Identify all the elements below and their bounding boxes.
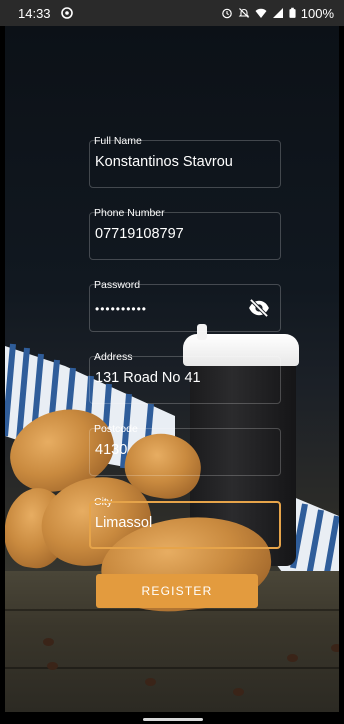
phone-number-value: 07719108797 [95, 226, 184, 242]
full-name-value: Konstantinos Stavrou [95, 154, 233, 170]
coffee-bean [145, 678, 156, 686]
alarm-icon [221, 8, 232, 19]
battery-icon [289, 7, 296, 18]
mute-icon [238, 8, 250, 18]
address-value: 131 Road No 41 [95, 370, 201, 386]
postcode-field[interactable]: 4130 [89, 428, 281, 476]
coffee-bean [47, 662, 58, 670]
signal-icon [272, 8, 283, 18]
address-field[interactable]: 131 Road No 41 [89, 356, 281, 404]
register-screen: Full Name Konstantinos Stavrou Phone Num… [5, 26, 339, 712]
home-gesture-handle[interactable] [143, 718, 203, 721]
battery-percent: 100% [300, 5, 334, 21]
city-value: Limassol [95, 515, 153, 531]
coffee-bean [233, 688, 244, 696]
app-notification-icon [60, 7, 73, 19]
register-button[interactable]: REGISTER [96, 574, 258, 608]
coffee-bean [43, 638, 54, 646]
wifi-icon [255, 8, 267, 18]
full-name-field[interactable]: Konstantinos Stavrou [89, 140, 281, 188]
status-bar: 14:33 100% [0, 0, 344, 26]
visibility-off-icon[interactable] [248, 299, 270, 317]
password-value: •••••••••• [95, 302, 148, 316]
phone-number-field[interactable]: 07719108797 [89, 212, 281, 260]
password-field[interactable]: •••••••••• [89, 284, 281, 332]
status-time: 14:33 [18, 5, 51, 21]
coffee-bean [331, 644, 339, 652]
city-field[interactable]: Limassol [89, 501, 281, 549]
coffee-bean [287, 654, 298, 662]
postcode-value: 4130 [95, 442, 128, 458]
